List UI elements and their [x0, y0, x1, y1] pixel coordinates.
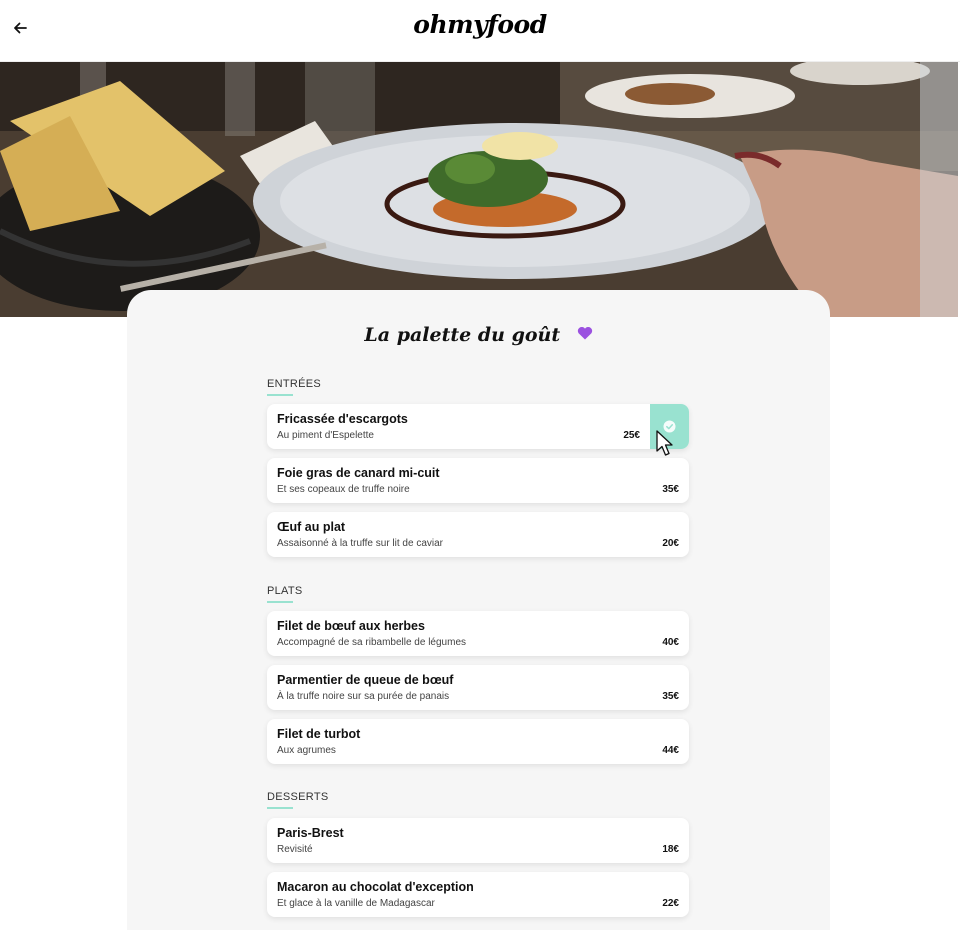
dish-card[interactable]: Filet de turbot Aux agrumes 44€: [267, 719, 689, 764]
dish-description: Au piment d'Espelette: [277, 430, 374, 441]
dish-description: Et ses copeaux de truffe noire: [277, 484, 410, 495]
dish-card[interactable]: Parmentier de queue de bœuf À la truffe …: [267, 665, 689, 710]
dish-name: Œuf au plat: [277, 520, 346, 534]
dish-card[interactable]: Filet de bœuf aux herbes Accompagné de s…: [267, 611, 689, 656]
hero-image: [0, 61, 958, 317]
dish-name: Filet de bœuf aux herbes: [277, 619, 425, 633]
check-circle-icon: [663, 420, 676, 433]
dish-price: 35€: [662, 691, 679, 702]
heart-icon: [577, 326, 592, 339]
dish-description: Revisité: [277, 844, 313, 855]
dish-name: Parmentier de queue de bœuf: [277, 673, 454, 687]
dish-card[interactable]: Foie gras de canard mi-cuit Et ses copea…: [267, 458, 689, 503]
dish-description: Aux agrumes: [277, 745, 336, 756]
dish-description: Assaisonné à la truffe sur lit de caviar: [277, 538, 444, 549]
dish-name: Filet de turbot: [277, 727, 361, 741]
dish-card[interactable]: Macaron au chocolat d'exception Et glace…: [267, 872, 689, 917]
dish-description: À la truffe noire sur sa purée de panais: [277, 691, 450, 702]
selected-check-panel[interactable]: [650, 404, 689, 449]
section-title-plats: PLATS: [267, 585, 303, 597]
dish-name: Fricassée d'escargots: [277, 412, 408, 426]
section-title-entrees: ENTRÉES: [267, 378, 322, 390]
section-underline: [267, 601, 293, 603]
dish-description: Et glace à la vanille de Madagascar: [277, 898, 435, 909]
dish-price: 22€: [662, 898, 679, 909]
section-underline: [267, 807, 293, 809]
dish-price: 40€: [662, 637, 679, 648]
dish-price: 44€: [662, 745, 679, 756]
restaurant-title-row: La palette du goût: [127, 324, 830, 346]
dish-price: 18€: [662, 844, 679, 855]
dish-card[interactable]: Fricassée d'escargots Au piment d'Espele…: [267, 404, 689, 449]
section-underline: [267, 394, 293, 396]
dish-card[interactable]: Œuf au plat Assaisonné à la truffe sur l…: [267, 512, 689, 557]
dish-card[interactable]: Paris-Brest Revisité 18€: [267, 818, 689, 863]
dish-price: 25€: [623, 430, 640, 441]
app-header: ohmyfood: [0, 0, 960, 62]
dish-name: Macaron au chocolat d'exception: [277, 880, 474, 894]
favorite-button[interactable]: [577, 326, 593, 345]
dish-price: 20€: [662, 538, 679, 549]
dish-description: Accompagné de sa ribambelle de légumes: [277, 637, 466, 648]
dish-name: Paris-Brest: [277, 826, 344, 840]
logo[interactable]: ohmyfood: [0, 10, 960, 39]
restaurant-name: La palette du goût: [364, 324, 561, 346]
dish-name: Foie gras de canard mi-cuit: [277, 466, 440, 480]
dish-price: 35€: [662, 484, 679, 495]
menu-card: La palette du goût ENTRÉES Fricassée d'e…: [127, 290, 830, 930]
section-title-desserts: DESSERTS: [267, 791, 329, 803]
